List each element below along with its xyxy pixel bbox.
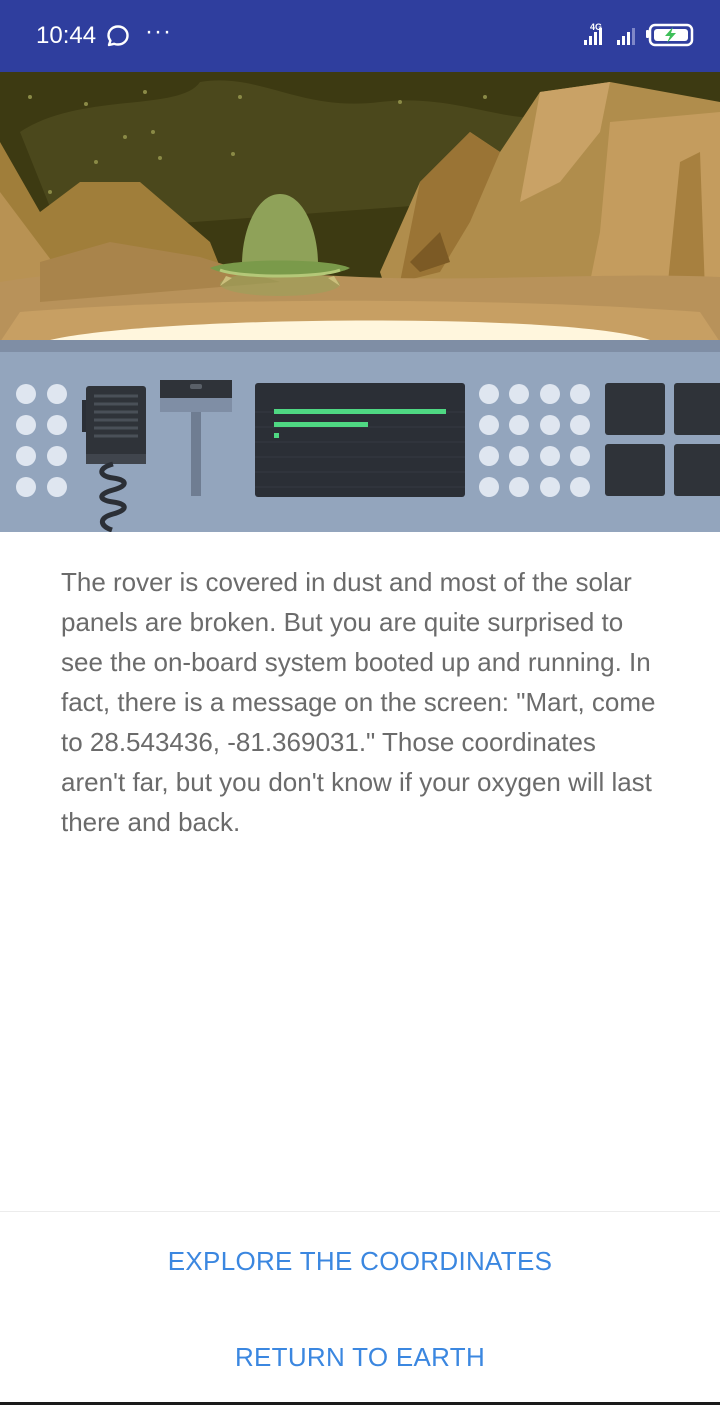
status-time: 10:44 <box>36 22 97 49</box>
status-bar: 10:44 ··· 4G <box>0 0 720 72</box>
chat-bubble-icon <box>106 24 130 48</box>
battery-charging-icon <box>646 23 694 47</box>
actions-divider <box>0 1211 720 1212</box>
cellular-signal-icon: 4G <box>584 22 635 45</box>
more-dots-icon: ··· <box>145 18 172 45</box>
status-right-icons: 4G <box>584 20 696 52</box>
return-to-earth-button[interactable]: RETURN TO EARTH <box>0 1312 720 1402</box>
explore-coordinates-button[interactable]: EXPLORE THE COORDINATES <box>0 1216 720 1306</box>
story-text: The rover is covered in dust and most of… <box>61 567 656 837</box>
hero-illustration <box>0 72 720 532</box>
console-screen <box>255 383 465 497</box>
